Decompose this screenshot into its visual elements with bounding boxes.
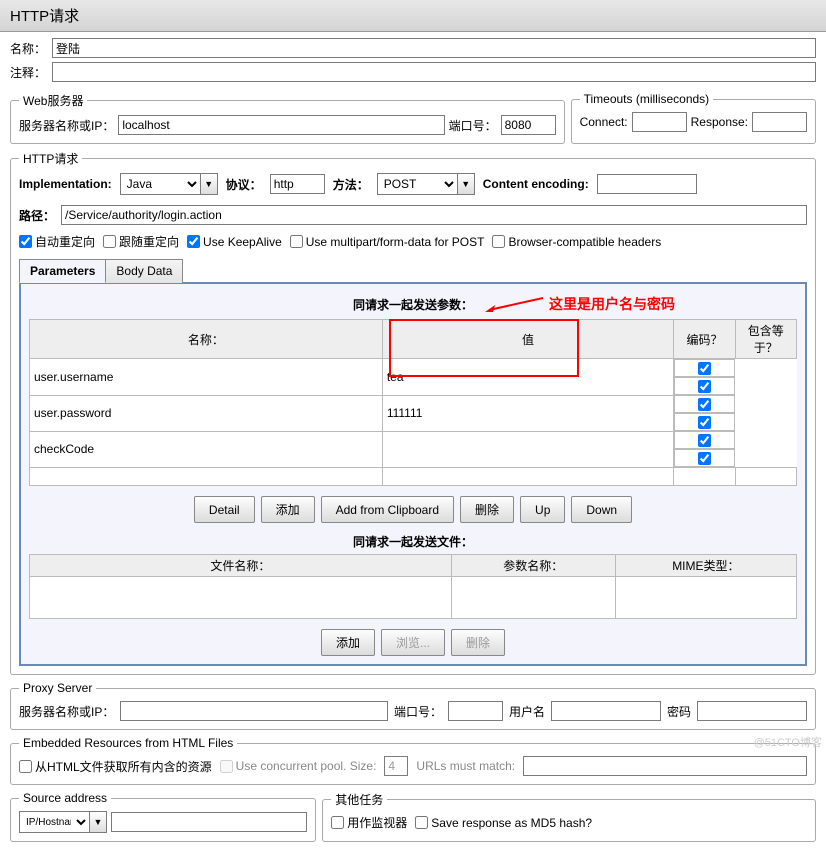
encode-checkbox[interactable] <box>698 398 711 411</box>
path-label: 路径： <box>19 207 55 224</box>
pool-size-input <box>384 756 408 776</box>
auto-redirect-checkbox[interactable]: 自动重定向 <box>19 233 95 250</box>
encode-checkbox[interactable] <box>698 434 711 447</box>
proxy-user-input[interactable] <box>551 701 661 721</box>
table-row[interactable]: user.username tea <box>30 359 797 396</box>
other-tasks-legend: 其他任务 <box>331 791 387 808</box>
table-row[interactable] <box>30 468 797 486</box>
source-address-input[interactable] <box>111 812 307 832</box>
name-input[interactable] <box>52 38 816 58</box>
eq-checkbox[interactable] <box>698 452 711 465</box>
host-input[interactable] <box>118 115 444 135</box>
col-encode: 编码？ <box>674 320 735 359</box>
response-label: Response: <box>691 115 748 129</box>
timeouts-group: Timeouts (milliseconds) Connect: Respons… <box>571 92 816 144</box>
params-title: 同请求一起发送参数： 这里是用户名与密码 <box>29 296 797 313</box>
name-label: 名称： <box>10 40 52 57</box>
web-server-group: Web服务器 服务器名称或IP： 端口号： <box>10 92 565 144</box>
annotation-arrow <box>485 294 545 312</box>
files-title: 同请求一起发送文件： <box>29 533 797 550</box>
file-browse-button[interactable]: 浏览... <box>381 629 445 656</box>
delete-button[interactable]: 删除 <box>460 496 514 523</box>
add-button[interactable]: 添加 <box>261 496 315 523</box>
chevron-down-icon[interactable]: ▼ <box>457 173 475 195</box>
port-label: 端口号： <box>449 117 497 134</box>
comment-label: 注释： <box>10 64 52 81</box>
protocol-input[interactable] <box>270 174 325 194</box>
follow-redirect-checkbox[interactable]: 跟随重定向 <box>103 233 179 250</box>
encode-checkbox[interactable] <box>698 362 711 375</box>
other-tasks-group: 其他任务 用作监视器 Save response as MD5 hash? <box>322 791 816 842</box>
http-legend: HTTP请求 <box>19 150 82 167</box>
impl-select[interactable]: Java <box>120 173 200 195</box>
retrieve-checkbox[interactable]: 从HTML文件获取所有内含的资源 <box>19 758 212 775</box>
file-add-button[interactable]: 添加 <box>321 629 375 656</box>
table-row[interactable] <box>30 577 797 619</box>
proxy-pass-input[interactable] <box>697 701 807 721</box>
browser-compat-checkbox[interactable]: Browser-compatible headers <box>492 235 661 249</box>
watermark: @51CTO博客 <box>754 734 822 750</box>
urls-match-label: URLs must match: <box>416 759 515 773</box>
urls-match-input <box>523 756 807 776</box>
embedded-group: Embedded Resources from HTML Files 从HTML… <box>10 736 816 785</box>
http-request-group: HTTP请求 Implementation: Java ▼ 协议： 方法： PO… <box>10 150 816 675</box>
proxy-legend: Proxy Server <box>19 681 96 695</box>
host-label: 服务器名称或IP： <box>19 117 114 134</box>
source-address-group: Source address IP/Hostname ▼ <box>10 791 316 842</box>
clipboard-button[interactable]: Add from Clipboard <box>321 496 454 523</box>
encoding-label: Content encoding: <box>483 177 589 191</box>
col-filename: 文件名称： <box>30 555 452 577</box>
up-button[interactable]: Up <box>520 496 565 523</box>
col-paramname: 参数名称： <box>451 555 615 577</box>
keepalive-checkbox[interactable]: Use KeepAlive <box>187 235 282 249</box>
connect-input[interactable] <box>632 112 687 132</box>
eq-checkbox[interactable] <box>698 380 711 393</box>
response-input[interactable] <box>752 112 807 132</box>
panel-title: HTTP请求 <box>0 0 826 32</box>
annotation-text: 这里是用户名与密码 <box>549 294 675 314</box>
pool-checkbox: Use concurrent pool. Size: <box>220 759 377 773</box>
file-delete-button[interactable]: 删除 <box>451 629 505 656</box>
down-button[interactable]: Down <box>571 496 632 523</box>
proxy-port-label: 端口号： <box>394 703 442 720</box>
path-input[interactable] <box>61 205 807 225</box>
proxy-host-label: 服务器名称或IP： <box>19 703 114 720</box>
monitor-checkbox[interactable]: 用作监视器 <box>331 814 407 831</box>
chevron-down-icon[interactable]: ▼ <box>200 173 218 195</box>
parameters-panel: 同请求一起发送参数： 这里是用户名与密码 名称： 值 编码？ 包含等于？ <box>19 282 807 666</box>
table-row[interactable]: checkCode <box>30 431 797 468</box>
proxy-group: Proxy Server 服务器名称或IP： 端口号： 用户名 密码 <box>10 681 816 730</box>
timeouts-legend: Timeouts (milliseconds) <box>580 92 714 106</box>
col-mime: MIME类型： <box>615 555 796 577</box>
embedded-legend: Embedded Resources from HTML Files <box>19 736 237 750</box>
source-type-select[interactable]: IP/Hostname <box>19 811 89 833</box>
files-table[interactable]: 文件名称： 参数名称： MIME类型： <box>29 554 797 619</box>
proxy-host-input[interactable] <box>120 701 388 721</box>
web-server-legend: Web服务器 <box>19 92 87 109</box>
connect-label: Connect: <box>580 115 628 129</box>
table-row[interactable]: user.password 111111 <box>30 395 797 431</box>
proxy-port-input[interactable] <box>448 701 503 721</box>
col-eq: 包含等于？ <box>735 320 796 359</box>
col-name: 名称： <box>30 320 383 359</box>
comment-input[interactable] <box>52 62 816 82</box>
encoding-input[interactable] <box>597 174 697 194</box>
tab-body-data[interactable]: Body Data <box>105 259 183 283</box>
source-address-legend: Source address <box>19 791 111 805</box>
detail-button[interactable]: Detail <box>194 496 255 523</box>
chevron-down-icon[interactable]: ▼ <box>89 811 107 833</box>
multipart-checkbox[interactable]: Use multipart/form-data for POST <box>290 235 485 249</box>
col-value: 值 <box>382 320 673 359</box>
impl-label: Implementation: <box>19 177 112 191</box>
params-table[interactable]: 名称： 值 编码？ 包含等于？ user.username tea <box>29 319 797 486</box>
protocol-label: 协议： <box>226 176 262 193</box>
eq-checkbox[interactable] <box>698 416 711 429</box>
proxy-pass-label: 密码 <box>667 703 691 720</box>
proxy-user-label: 用户名 <box>509 703 545 720</box>
md5-checkbox[interactable]: Save response as MD5 hash? <box>415 816 592 830</box>
port-input[interactable] <box>501 115 556 135</box>
method-select[interactable]: POST <box>377 173 457 195</box>
method-label: 方法： <box>333 176 369 193</box>
tab-parameters[interactable]: Parameters <box>19 259 106 283</box>
